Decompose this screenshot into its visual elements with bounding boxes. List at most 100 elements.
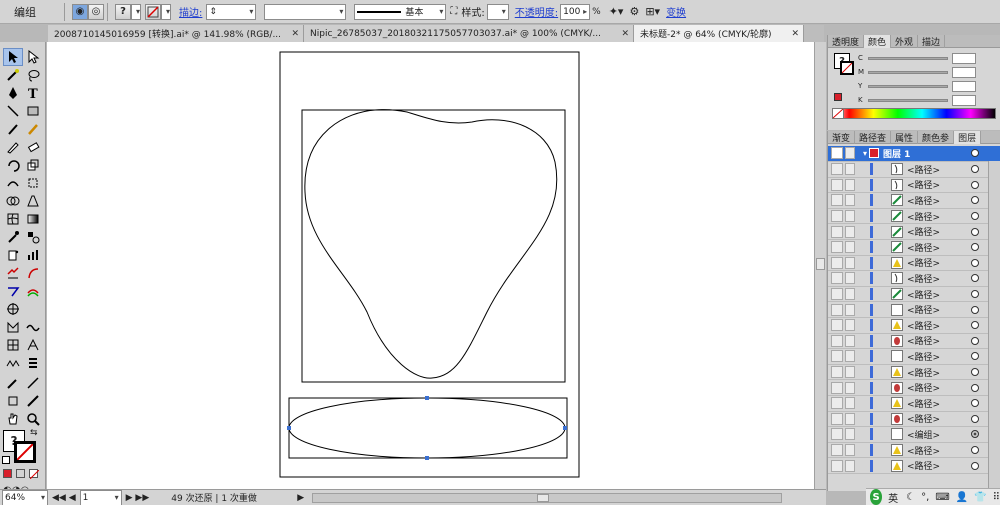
lock-toggle[interactable]: [845, 428, 855, 441]
swap-icon[interactable]: ⇆: [30, 428, 38, 438]
blend-tool[interactable]: [23, 228, 43, 246]
chevron-down-icon[interactable]: ▾: [863, 149, 867, 158]
target-icon[interactable]: [971, 243, 979, 252]
eye-icon[interactable]: [831, 366, 843, 379]
moon-icon[interactable]: ☾: [906, 492, 915, 503]
eye-icon[interactable]: [831, 381, 843, 394]
artboard-combo[interactable]: 1 ▾: [79, 489, 122, 505]
column-graph-tool[interactable]: [23, 246, 43, 264]
target-icon[interactable]: [971, 461, 979, 470]
layer-item-row[interactable]: <路径>: [828, 287, 1000, 303]
eye-icon[interactable]: [831, 459, 843, 472]
layer-item-row[interactable]: <路径>: [828, 162, 1000, 178]
lock-toggle[interactable]: [845, 350, 855, 363]
scale-tool[interactable]: [23, 156, 43, 174]
scroll-thumb[interactable]: [537, 493, 550, 502]
layer-row-main[interactable]: ▾ 图层 1: [828, 146, 1000, 162]
anchor-point[interactable]: [425, 396, 429, 400]
eye-icon[interactable]: [831, 210, 843, 223]
lock-toggle[interactable]: [845, 178, 855, 191]
lock-toggle[interactable]: [845, 210, 855, 223]
tab-gradient[interactable]: 渐变: [828, 131, 856, 144]
tab-layers[interactable]: 图层: [954, 131, 982, 144]
target-icon[interactable]: [971, 446, 979, 455]
eye-icon[interactable]: [831, 334, 843, 347]
status-menu-icon[interactable]: ▶: [297, 493, 304, 503]
wiggle-tool[interactable]: [3, 354, 23, 372]
color-mode-icon[interactable]: [3, 469, 12, 478]
wave-tool[interactable]: [23, 318, 43, 336]
target-icon[interactable]: [971, 336, 979, 345]
target-icon[interactable]: [971, 196, 979, 205]
layer-item-row[interactable]: <路径>: [828, 443, 1000, 459]
style-combo[interactable]: ▾: [486, 3, 509, 20]
layer-item-row[interactable]: <路径>: [828, 349, 1000, 365]
tab-attributes[interactable]: 属性: [891, 131, 919, 144]
lock-toggle[interactable]: [845, 444, 855, 457]
paintbrush-tool[interactable]: [3, 120, 23, 138]
isolate-group-button[interactable]: ◉ ◎: [72, 3, 104, 21]
artboard-2-tool[interactable]: [3, 392, 23, 410]
warp-tool[interactable]: [3, 174, 23, 192]
ellipse-shape-path[interactable]: [288, 397, 566, 459]
eye-icon[interactable]: [831, 288, 843, 301]
stroke-swatch[interactable]: [14, 441, 36, 463]
lock-toggle[interactable]: [845, 288, 855, 301]
magic-wand-tool[interactable]: [3, 66, 23, 84]
target-icon[interactable]: [971, 305, 979, 314]
target-icon[interactable]: [971, 149, 979, 158]
lock-toggle[interactable]: [845, 366, 855, 379]
next-artboard-icon[interactable]: ▶ ▶▶: [126, 493, 150, 503]
envelope-tool[interactable]: [3, 318, 23, 336]
eye-icon[interactable]: [831, 194, 843, 207]
puppet-tool[interactable]: [23, 336, 43, 354]
pen-tool[interactable]: [3, 84, 23, 102]
shape-builder-tool[interactable]: [3, 192, 23, 210]
perspective-grid-tool[interactable]: [23, 192, 43, 210]
lock-toggle[interactable]: [845, 256, 855, 269]
dot-icon[interactable]: °,: [921, 492, 929, 503]
layer-item-row[interactable]: <路径>: [828, 240, 1000, 256]
target-icon[interactable]: [971, 212, 979, 221]
tab-document-1[interactable]: 2008710145016959 [转换].ai* @ 141.98% (RGB…: [48, 25, 304, 42]
canvas[interactable]: [47, 42, 814, 489]
lock-toggle[interactable]: [845, 303, 855, 316]
close-icon[interactable]: ✕: [787, 29, 799, 39]
target-icon[interactable]: [971, 414, 979, 423]
eyedropper-2-tool[interactable]: [3, 374, 23, 392]
anchor-point[interactable]: [287, 426, 291, 430]
eraser-tool[interactable]: [23, 138, 43, 156]
gradient-mode-icon[interactable]: [16, 469, 25, 478]
shirt-icon[interactable]: 👕: [974, 492, 986, 503]
transform-link[interactable]: 变换: [666, 3, 686, 21]
layer-item-row[interactable]: <路径>: [828, 178, 1000, 194]
keyboard-icon[interactable]: ⌨: [935, 492, 949, 503]
stroke-color-button[interactable]: ▾: [145, 3, 171, 21]
eye-icon[interactable]: [831, 225, 843, 238]
layer-item-row[interactable]: <路径>: [828, 209, 1000, 225]
slider-black[interactable]: K: [858, 94, 976, 106]
none-color-icon[interactable]: [832, 108, 844, 119]
tab-color-guide[interactable]: 颜色参: [918, 131, 955, 144]
default-colors-icon[interactable]: [2, 456, 10, 464]
last-color-swatch[interactable]: [834, 93, 842, 101]
lasso-tool[interactable]: [23, 66, 43, 84]
layers-scrollbar[interactable]: [988, 161, 1000, 489]
knife-tool[interactable]: [23, 282, 43, 300]
slice-2-tool[interactable]: [23, 392, 43, 410]
lock-toggle[interactable]: [845, 163, 855, 176]
layer-item-row[interactable]: <路径>: [828, 302, 1000, 318]
brush-definition-combo[interactable]: 基本 ▾: [354, 3, 447, 20]
heart-bounding-rect[interactable]: [301, 109, 566, 383]
layer-item-row[interactable]: <路径>: [828, 396, 1000, 412]
eye-icon[interactable]: [831, 412, 843, 425]
heart-shape-path[interactable]: [304, 109, 558, 379]
align-icon[interactable]: ⊞▾: [645, 3, 660, 21]
rotate-tool[interactable]: [3, 156, 23, 174]
stroke-weight-combo[interactable]: ⇕ ▾: [206, 3, 257, 20]
layer-item-row[interactable]: <路径>: [828, 224, 1000, 240]
measure-tool[interactable]: [23, 374, 43, 392]
eye-icon[interactable]: [831, 147, 843, 160]
stroke-swatch[interactable]: [840, 61, 854, 75]
blob-brush-tool[interactable]: [3, 138, 23, 156]
